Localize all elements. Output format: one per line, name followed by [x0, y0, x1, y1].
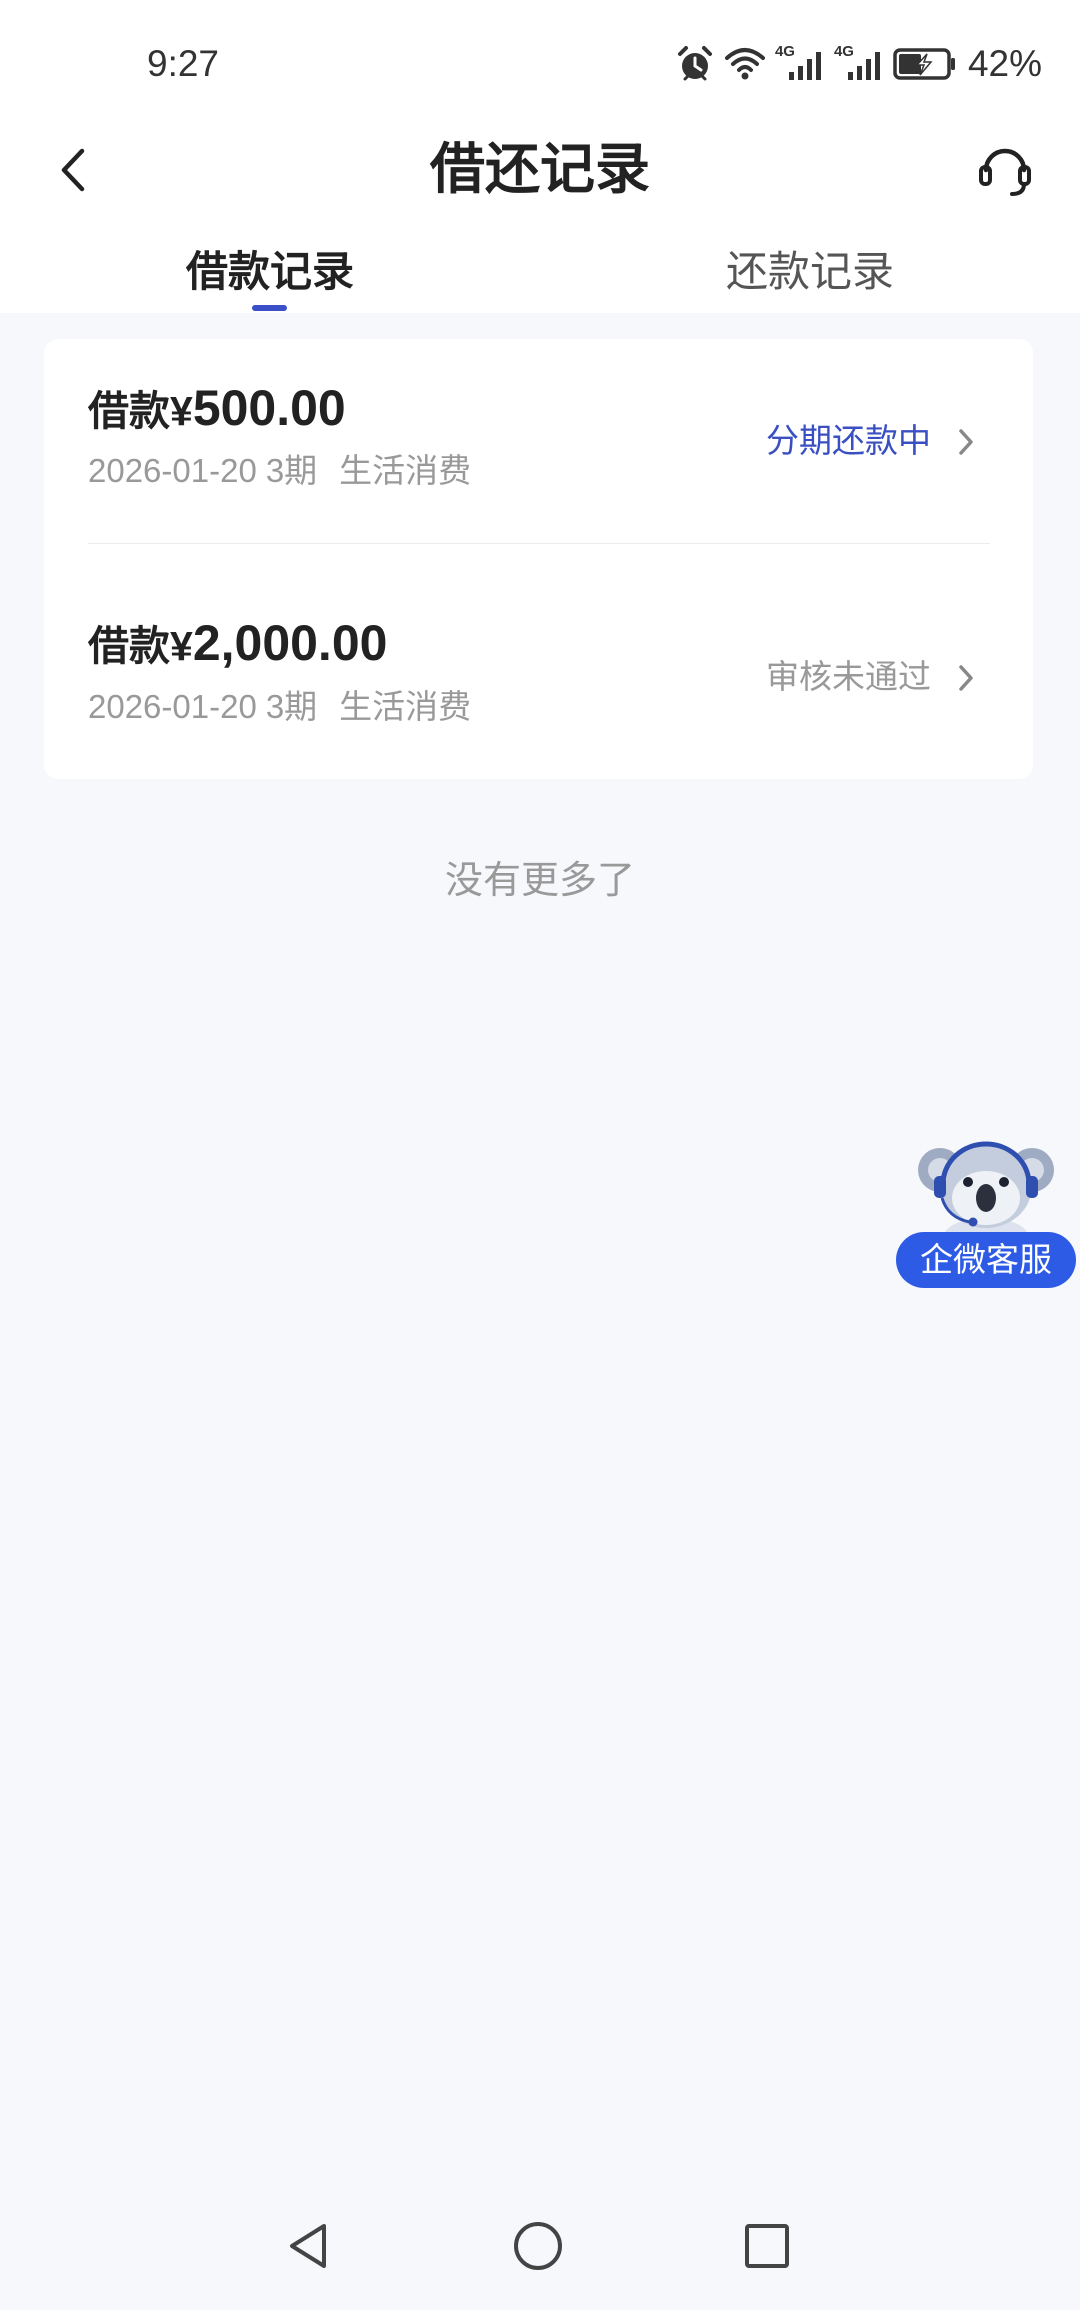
loan-term: 3期 [265, 688, 318, 725]
recents-square-icon[interactable] [743, 2222, 791, 2270]
loan-date: 2026-01-20 [88, 452, 257, 489]
headset-icon [979, 148, 1031, 196]
loan-purpose: 生活消费 [339, 452, 472, 489]
status-icons: 4G 4G 42% [675, 42, 1042, 86]
chevron-right-icon [959, 429, 973, 455]
alarm-icon [677, 46, 712, 81]
wifi-icon [724, 48, 765, 80]
loan-record-list: 借款¥ 500.00 2026-01-20 3期 生活消费 分期还款中 借款¥ 2,… [44, 339, 1033, 779]
loan-date: 2026-01-20 [88, 688, 257, 725]
list-end-text: 没有更多了 [444, 860, 635, 902]
status-bar: 9:27 4G 4G 42% [0, 0, 1080, 126]
koala-mascot-icon [918, 1141, 1054, 1236]
tab-indicator [252, 305, 287, 311]
loan-amount: 借款¥ 2,000.00 [88, 613, 387, 673]
loan-amount-value: 500.00 [192, 380, 346, 436]
loan-record-item[interactable]: 借款¥ 500.00 2026-01-20 3期 生活消费 分期还款中 [44, 339, 1033, 543]
floating-service-button[interactable]: 企微客服 [896, 1136, 1076, 1288]
loan-meta: 2026-01-20 3期 生活消费 [88, 449, 471, 493]
loan-amount: 借款¥ 500.00 [88, 378, 346, 438]
loan-term: 3期 [265, 452, 318, 489]
status-time: 9:27 [147, 43, 220, 84]
loan-amount-label: 借款¥ [88, 388, 193, 434]
loan-status: 审核未通过 [766, 658, 931, 695]
page-title: 借还记录 [429, 138, 650, 200]
chevron-right-icon [959, 665, 973, 691]
loan-record-item[interactable]: 借款¥ 2,000.00 2026-01-20 3期 生活消费 审核未通过 [44, 544, 1033, 779]
service-badge-label: 企微客服 [896, 1232, 1076, 1288]
signal-icon: 4G [834, 44, 884, 84]
battery-charging-icon [893, 48, 955, 80]
loan-status: 分期还款中 [766, 422, 931, 459]
loan-amount-value: 2,000.00 [192, 615, 388, 671]
customer-service-button[interactable] [974, 138, 1036, 200]
loan-amount-label: 借款¥ [88, 623, 193, 669]
tab-repayment-records[interactable]: 还款记录 [540, 244, 1080, 300]
tab-loan-records[interactable]: 借款记录 [0, 244, 540, 300]
battery-percent: 42% [967, 43, 1042, 84]
loan-meta: 2026-01-20 3期 生活消费 [88, 685, 471, 729]
home-circle-icon[interactable] [512, 2220, 564, 2272]
signal-icon: 4G [775, 44, 825, 84]
back-triangle-icon[interactable] [284, 2220, 332, 2272]
loan-purpose: 生活消费 [339, 688, 472, 725]
